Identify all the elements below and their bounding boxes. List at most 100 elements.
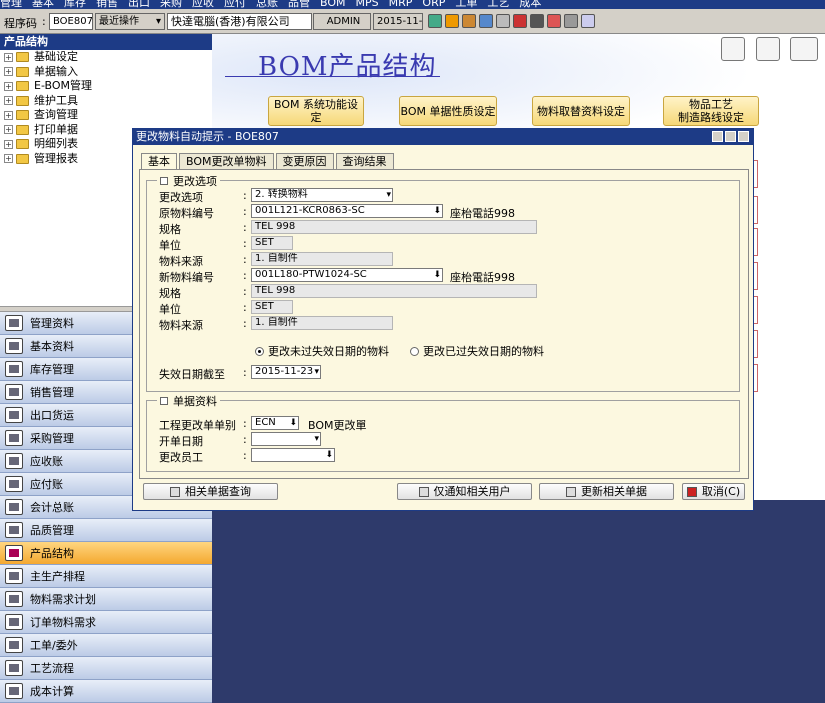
expand-icon[interactable]: + [4, 125, 13, 135]
unit2-label: 单位 [159, 303, 181, 316]
expire-date-picker[interactable]: 2015-11-23 ▾ [251, 365, 321, 379]
maximize-icon[interactable] [725, 131, 736, 142]
nav-item-label: 物料需求计划 [30, 593, 96, 606]
tab-body: 更改选项 更改选项 : 2. 转换物料 ▾ 原物料编号 : 001L121-KCR… [139, 169, 749, 479]
cancel-button[interactable]: 取消(C) [682, 483, 745, 500]
nav-item[interactable]: 订单物料需求 [0, 611, 212, 634]
menu-item[interactable]: 工单 [455, 0, 477, 8]
expand-icon[interactable]: + [4, 110, 13, 120]
program-code-input[interactable]: BOE807 [49, 13, 93, 30]
spec2-label: 规格 [159, 287, 181, 300]
menu-item[interactable]: 工艺 [487, 0, 509, 8]
notify-users-button[interactable]: 仅通知相关用户 [397, 483, 532, 500]
menu-item[interactable]: 销售 [96, 0, 118, 8]
radio-expired-label: 更改已过失效日期的物料 [423, 345, 544, 358]
tree-item[interactable]: + 单据输入 [0, 65, 212, 80]
nav-item-label: 基本资料 [30, 340, 74, 353]
dialog-titlebar: 更改物料自动提示 - BOE807 [133, 129, 753, 145]
document-icon[interactable] [581, 14, 595, 28]
open-date-picker[interactable]: ▾ [251, 432, 321, 446]
tree-item[interactable]: + 基础设定 [0, 50, 212, 65]
expand-icon[interactable]: + [4, 139, 13, 149]
radio-not-expired[interactable]: 更改未过失效日期的物料 [255, 343, 389, 359]
menu-item[interactable]: 应收 [192, 0, 214, 8]
tools-icon[interactable] [445, 14, 459, 28]
module-icon [5, 361, 23, 377]
menu-item[interactable]: 成本 [519, 0, 541, 8]
expand-icon[interactable]: + [4, 96, 13, 106]
tab-change-reason[interactable]: 变更原因 [275, 153, 334, 169]
nav-item-label: 应付账 [30, 478, 63, 491]
nav-item[interactable]: 品质管理 [0, 519, 212, 542]
program-code-label: 程序码 [4, 17, 37, 30]
orig-item-input[interactable]: 001L121-KCR0863-SC ⬇ [251, 204, 443, 218]
tree-item-label: 打印单据 [34, 122, 78, 136]
change-option-select[interactable]: 2. 转换物料 ▾ [251, 188, 393, 202]
recent-ops-dropdown[interactable]: 最近操作 ▾ [95, 13, 165, 30]
close-icon[interactable] [738, 131, 749, 142]
folder-icon [16, 66, 29, 77]
nav-item-label: 管理资料 [30, 317, 74, 330]
tab-basic[interactable]: 基本 [141, 153, 177, 170]
menu-item[interactable]: 应付 [224, 0, 246, 8]
window-icon[interactable] [479, 14, 493, 28]
menu-item[interactable]: MPS [356, 0, 379, 8]
close-doc-icon[interactable] [513, 14, 527, 28]
box-icon[interactable] [462, 14, 476, 28]
menu-item[interactable]: 品管 [288, 0, 310, 8]
ecn-type-select[interactable]: ECN ⬇ [251, 416, 299, 430]
tree-item-label: E-BOM管理 [34, 79, 93, 92]
new-item-input[interactable]: 001L180-PTW1024-SC ⬇ [251, 268, 443, 282]
menu-item[interactable]: BOM [320, 0, 346, 8]
nav-item[interactable]: 主生产排程 [0, 565, 212, 588]
search-icon[interactable] [564, 14, 578, 28]
nav-item[interactable]: 工艺流程 [0, 657, 212, 680]
tab-bom-change-items[interactable]: BOM更改单物料 [179, 153, 274, 169]
refresh-icon[interactable] [428, 14, 442, 28]
tab-query-results[interactable]: 查询结果 [335, 153, 394, 169]
radio-expired[interactable]: 更改已过失效日期的物料 [410, 343, 544, 359]
menu-item[interactable]: ORP [422, 0, 445, 8]
update-docs-button[interactable]: 更新相关单据 [539, 483, 674, 500]
expand-icon[interactable]: + [4, 52, 13, 62]
bom-doc-settings-button[interactable]: BOM 单据性质设定 [399, 96, 497, 126]
menu-item[interactable]: 库存 [64, 0, 86, 8]
tree-item[interactable]: + 维护工具 [0, 94, 212, 109]
nav-item[interactable]: 物料需求计划 [0, 588, 212, 611]
bom-system-settings-button[interactable]: BOM 系统功能设定 [268, 96, 364, 126]
zoom-in-icon[interactable] [721, 37, 745, 61]
minimize-icon[interactable] [712, 131, 723, 142]
menu-item[interactable]: 总账 [256, 0, 278, 8]
menu-item[interactable]: MRP [389, 0, 413, 8]
printer-icon[interactable] [790, 37, 818, 61]
calculator-icon[interactable] [496, 14, 510, 28]
module-icon [5, 430, 23, 446]
menu-item[interactable]: 基本 [32, 0, 54, 8]
expand-icon[interactable]: + [4, 154, 13, 164]
pen-icon [566, 486, 576, 497]
search-icon [170, 486, 180, 497]
nav-item[interactable]: 产品结构 [0, 542, 212, 565]
printer-icon[interactable] [530, 14, 544, 28]
zoom-out-icon[interactable] [756, 37, 780, 61]
nav-item-label: 成本计算 [30, 685, 74, 698]
ecn-type-value: ECN [255, 417, 276, 428]
menu-item[interactable]: 出口 [128, 0, 150, 8]
tree-item[interactable]: + E-BOM管理 [0, 79, 212, 94]
notify-icon [418, 486, 429, 497]
expand-icon[interactable]: + [4, 81, 13, 91]
menu-item[interactable]: 管理 [0, 0, 22, 8]
workspace-background [212, 500, 825, 700]
notes-icon[interactable] [547, 14, 561, 28]
changer-select[interactable]: ⬇ [251, 448, 335, 462]
routing-settings-button[interactable]: 物品工艺 制造路线设定 [663, 96, 759, 126]
group-title: 更改选项 [173, 175, 217, 188]
menu-item[interactable]: 采购 [160, 0, 182, 8]
tree-item[interactable]: + 查询管理 [0, 108, 212, 123]
user-field: ADMIN [313, 13, 371, 30]
related-docs-query-button[interactable]: 相关单据查询 [143, 483, 278, 500]
expand-icon[interactable]: + [4, 67, 13, 77]
substitute-settings-button[interactable]: 物料取替资料设定 [532, 96, 630, 126]
nav-item[interactable]: 工单/委外 [0, 634, 212, 657]
spec2-field: TEL 998 [251, 284, 537, 298]
